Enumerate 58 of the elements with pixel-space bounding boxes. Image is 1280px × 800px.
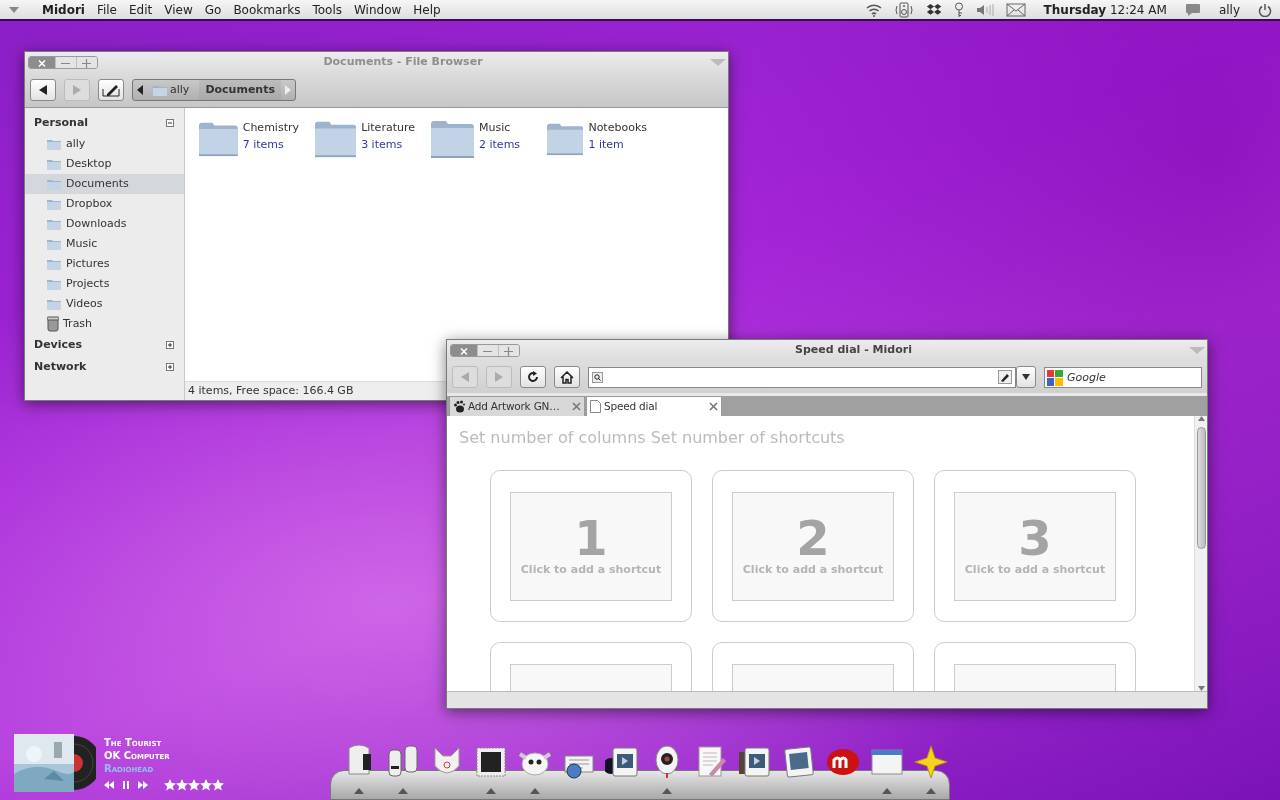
menu-item[interactable]: Go bbox=[198, 0, 228, 19]
item-label: Desktop bbox=[66, 155, 112, 172]
sidebar-item[interactable]: Projects bbox=[25, 274, 184, 294]
item-count: 3 items bbox=[361, 136, 404, 153]
tile-number: 1 bbox=[574, 513, 608, 562]
track-title: The Tourist bbox=[104, 735, 163, 749]
tile-caption: Click to add a shortcut bbox=[742, 561, 884, 578]
sidebar-section[interactable]: Network bbox=[34, 358, 87, 376]
menu-item[interactable]: Tools bbox=[306, 0, 348, 19]
menu-item[interactable]: Help bbox=[407, 0, 447, 19]
menu-item[interactable]: View bbox=[158, 0, 199, 19]
folder-name[interactable]: Music bbox=[479, 120, 521, 137]
tile-number: 2 bbox=[796, 513, 830, 562]
item-label: Trash bbox=[63, 315, 93, 332]
album-name: OK Computer bbox=[104, 748, 171, 762]
sidebar-item[interactable]: Desktop bbox=[25, 154, 184, 174]
item-label: Downloads bbox=[66, 215, 127, 232]
item-count: 7 items bbox=[242, 136, 285, 153]
window-title: Speed dial - Midori bbox=[794, 342, 913, 359]
item-count: 2 items bbox=[479, 136, 521, 153]
path-segment[interactable]: Documents bbox=[199, 80, 281, 100]
folder-name[interactable]: Literature bbox=[361, 120, 415, 137]
sidebar-item[interactable]: Documents bbox=[25, 174, 184, 194]
sidebar-section[interactable]: Devices bbox=[34, 336, 83, 354]
sidebar-item[interactable]: Downloads bbox=[25, 214, 184, 234]
folder-name[interactable]: Chemistry bbox=[242, 120, 299, 137]
sidebar-item[interactable]: Pictures bbox=[25, 254, 184, 274]
search-field[interactable]: Google bbox=[1044, 366, 1202, 388]
sidebar-item[interactable]: Dropbox bbox=[25, 194, 184, 214]
item-label: Documents bbox=[66, 175, 129, 192]
menu-item[interactable]: Edit bbox=[123, 0, 159, 19]
folder-name[interactable]: Notebooks bbox=[588, 120, 647, 137]
tile-caption: Click to add a shortcut bbox=[520, 561, 662, 578]
sidebar-item[interactable]: Trash bbox=[25, 314, 184, 334]
tile-number: 3 bbox=[1018, 513, 1052, 562]
tile-caption: Click to add a shortcut bbox=[964, 561, 1106, 578]
path-segment[interactable]: ally bbox=[147, 80, 196, 100]
app-menu[interactable]: Midori bbox=[36, 0, 91, 19]
item-label: Projects bbox=[66, 275, 110, 292]
user-menu[interactable]: ally bbox=[1212, 0, 1246, 19]
sidebar-item[interactable]: ally bbox=[25, 134, 184, 154]
item-label: Music bbox=[66, 235, 98, 252]
clock[interactable]: Thursday 12:24 AM bbox=[1037, 0, 1173, 19]
menu-item[interactable]: File bbox=[90, 0, 123, 19]
window-title: Documents - File Browser bbox=[322, 54, 484, 71]
item-label: Dropbox bbox=[66, 195, 113, 212]
item-label: Videos bbox=[66, 295, 103, 312]
item-count: 1 item bbox=[588, 136, 625, 153]
menu-item[interactable]: Bookmarks bbox=[227, 0, 307, 19]
item-label: ally bbox=[66, 135, 86, 152]
sidebar-section[interactable]: Personal bbox=[34, 114, 89, 132]
sidebar-item[interactable]: Music bbox=[25, 234, 184, 254]
item-label: Pictures bbox=[66, 255, 110, 272]
browser-tab[interactable]: Add Artwork GN… bbox=[449, 396, 585, 416]
menu-item[interactable]: Window bbox=[348, 0, 408, 19]
sidebar-item[interactable]: Videos bbox=[25, 294, 184, 314]
browser-tab[interactable]: Speed dial bbox=[586, 396, 722, 416]
artist-name: Radiohead bbox=[104, 761, 155, 775]
